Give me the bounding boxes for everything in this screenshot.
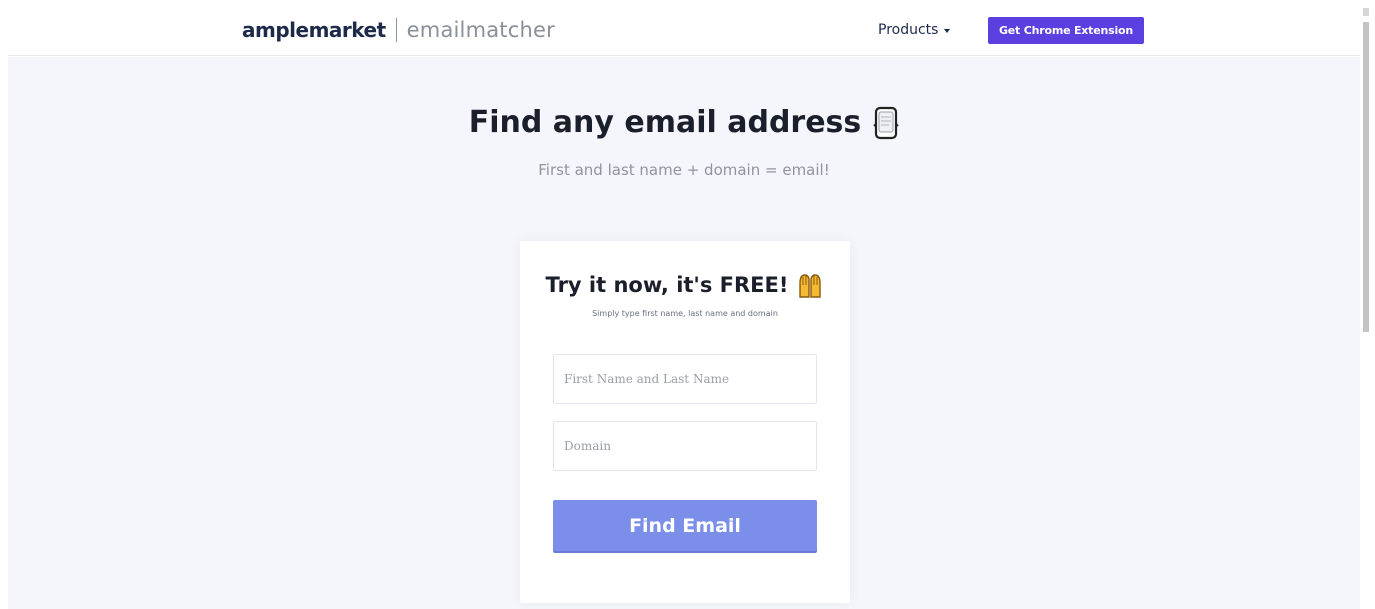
raising-hands-icon — [796, 271, 824, 299]
hero-heading: Find any email address — [8, 105, 1360, 140]
full-name-input[interactable] — [553, 354, 817, 404]
card-heading: Try it now, it's FREE! — [520, 271, 850, 299]
top-navbar: amplemarket emailmatcher Products Get Ch… — [8, 0, 1360, 56]
domain-input[interactable] — [553, 421, 817, 471]
main-content: Find any email address First and last na… — [8, 57, 1360, 609]
envelope-icon — [873, 106, 899, 140]
brand-divider — [395, 18, 397, 42]
scrollbar-up-arrow[interactable] — [1363, 8, 1369, 16]
brand-name: amplemarket — [242, 18, 386, 42]
email-finder-card: Try it now, it's FREE! Simply type first… — [520, 241, 850, 603]
scrollbar-thumb[interactable] — [1363, 22, 1369, 332]
brand-logo[interactable]: amplemarket emailmatcher — [242, 16, 555, 44]
page: amplemarket emailmatcher Products Get Ch… — [0, 0, 1375, 609]
page-title: Find any email address — [468, 105, 862, 140]
card-title: Try it now, it's FREE! — [545, 273, 789, 297]
product-name: emailmatcher — [406, 18, 555, 42]
card-instructions: Simply type first name, last name and do… — [592, 309, 778, 318]
find-email-button[interactable]: Find Email — [553, 500, 817, 551]
chevron-down-icon — [944, 29, 951, 33]
page-subtitle: First and last name + domain = email! — [538, 161, 830, 179]
products-menu[interactable]: Products — [878, 22, 951, 38]
products-menu-label: Products — [878, 22, 939, 38]
get-chrome-extension-button[interactable]: Get Chrome Extension — [988, 17, 1144, 44]
